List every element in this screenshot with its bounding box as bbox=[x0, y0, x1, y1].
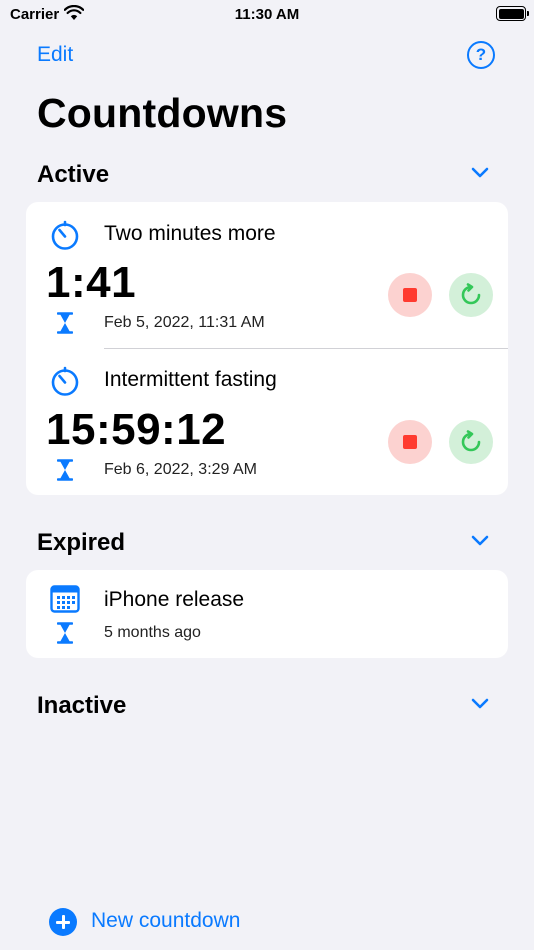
help-icon[interactable]: ? bbox=[467, 41, 495, 69]
section-title: Inactive bbox=[37, 692, 127, 719]
calendar-icon bbox=[50, 585, 80, 613]
chevron-down-icon[interactable] bbox=[471, 698, 489, 710]
countdown-title: Intermittent fasting bbox=[104, 368, 277, 391]
page-title: Countdowns bbox=[37, 90, 288, 136]
hourglass-icon bbox=[57, 459, 73, 481]
countdown-title: iPhone release bbox=[104, 588, 245, 611]
hourglass-icon bbox=[57, 622, 73, 644]
countdown-time: 15:59:12 bbox=[46, 405, 227, 454]
active-countdowns-card: Two minutes more 1:41 Feb 5, 2022, 11:31… bbox=[26, 202, 508, 495]
stop-icon[interactable] bbox=[388, 420, 432, 464]
timer-icon bbox=[51, 366, 79, 396]
edit-button[interactable]: Edit bbox=[37, 43, 73, 67]
expired-countdowns-card: iPhone release 5 months ago bbox=[26, 570, 508, 658]
restart-icon[interactable] bbox=[449, 273, 493, 317]
plus-circle-icon[interactable] bbox=[49, 908, 77, 936]
section-header-inactive[interactable]: Inactive bbox=[37, 692, 497, 722]
timer-icon bbox=[51, 220, 79, 250]
battery-icon bbox=[496, 6, 529, 21]
section-title: Expired bbox=[37, 529, 126, 556]
countdown-end-date: Feb 5, 2022, 11:31 AM bbox=[104, 314, 265, 331]
section-header-expired[interactable]: Expired bbox=[37, 529, 497, 559]
chevron-down-icon[interactable] bbox=[471, 167, 489, 179]
row-divider bbox=[104, 348, 508, 349]
section-title: Active bbox=[37, 161, 110, 188]
chevron-down-icon[interactable] bbox=[471, 535, 489, 547]
countdown-end-date: Feb 6, 2022, 3:29 AM bbox=[104, 461, 257, 478]
countdowns-screen: Carrier 11:30 AM Edit ? Countdowns Activ… bbox=[0, 0, 534, 950]
section-header-active[interactable]: Active bbox=[37, 161, 497, 191]
countdown-title: Two minutes more bbox=[104, 222, 276, 245]
hourglass-icon bbox=[57, 312, 73, 334]
countdown-time: 1:41 bbox=[46, 258, 137, 307]
countdown-subtitle: 5 months ago bbox=[104, 624, 201, 641]
stop-icon[interactable] bbox=[388, 273, 432, 317]
status-bar: Carrier 11:30 AM bbox=[0, 0, 534, 30]
status-time: 11:30 AM bbox=[234, 6, 300, 23]
restart-icon[interactable] bbox=[449, 420, 493, 464]
new-countdown-label[interactable]: New countdown bbox=[91, 909, 240, 933]
